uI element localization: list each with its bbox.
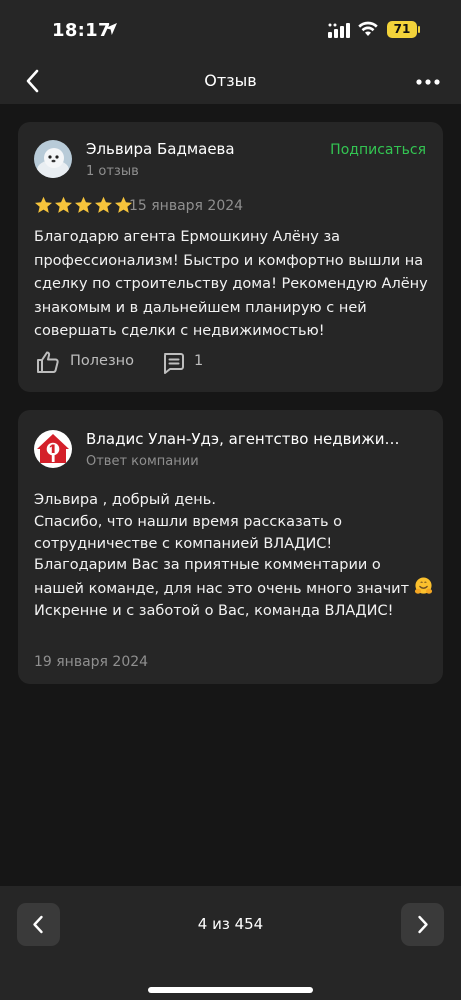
house-logo-icon — [37, 434, 69, 463]
star-icon — [54, 196, 73, 213]
page-title: Отзыв — [204, 71, 257, 90]
author-name[interactable]: Эльвира Бадмаева — [86, 140, 235, 158]
next-review-button[interactable] — [401, 903, 444, 946]
battery-indicator: 71 — [387, 21, 417, 38]
reply-line-thanks: Спасибо, что нашли время рассказать о со… — [34, 513, 343, 552]
review-date: 15 января 2024 — [129, 198, 244, 214]
thumbs-up-icon — [37, 351, 59, 373]
review-text: Благодарю агента Ермошкину Алёну за проф… — [34, 229, 428, 339]
company-name[interactable]: Владис Улан-Удэ, агентство недвижимости — [86, 430, 408, 448]
company-reply-card: Владис Улан-Удэ, агентство недвижимости … — [18, 410, 443, 684]
location-arrow-icon — [105, 23, 117, 35]
author-review-count: 1 отзыв — [86, 164, 139, 179]
company-logo[interactable] — [34, 430, 72, 468]
subscribe-button[interactable]: Подписаться — [330, 142, 426, 158]
reply-greeting: Эльвира , добрый день. — [34, 492, 216, 508]
review-card: Эльвира Бадмаева 1 отзыв Подписаться 15 … — [18, 122, 443, 392]
star-icon — [94, 196, 113, 213]
pagination-bar: 4 из 454 — [0, 886, 461, 1000]
review-position-counter: 4 из 454 — [197, 915, 264, 933]
nav-bar: Отзыв — [0, 58, 461, 104]
reply-signature: Искренне и с заботой о Вас, команда ВЛАД… — [34, 602, 394, 619]
hugging-face-emoji-icon — [414, 577, 432, 594]
reply-line-gratitude-text: Благодарим Вас за приятные комментарии о… — [34, 557, 410, 598]
star-icon — [74, 196, 93, 213]
cellular-signal-icon — [328, 23, 350, 38]
battery-tip — [418, 26, 420, 33]
useful-button[interactable]: Полезно — [34, 348, 164, 378]
wifi-icon — [358, 21, 378, 36]
avatar-image — [34, 140, 72, 178]
avatar[interactable] — [34, 140, 72, 178]
status-bar: 18:17 71 — [0, 0, 461, 58]
comment-count: 1 — [194, 353, 204, 369]
reply-line-gratitude: Благодарим Вас за приятные комментарии о… — [34, 555, 434, 601]
comments-button[interactable]: 1 — [160, 348, 220, 378]
useful-label: Полезно — [70, 353, 135, 369]
company-reply-label: Ответ компании — [86, 454, 199, 469]
comment-icon — [164, 353, 184, 374]
chevron-right-icon — [418, 915, 428, 934]
status-time: 18:17 — [52, 20, 111, 41]
more-horizontal-icon[interactable] — [415, 78, 441, 86]
reply-date: 19 января 2024 — [34, 654, 149, 670]
home-indicator — [148, 987, 313, 993]
rating-stars — [34, 196, 133, 214]
star-icon — [34, 196, 53, 213]
reply-text: Эльвира , добрый день. Спасибо, что нашл… — [34, 490, 434, 623]
